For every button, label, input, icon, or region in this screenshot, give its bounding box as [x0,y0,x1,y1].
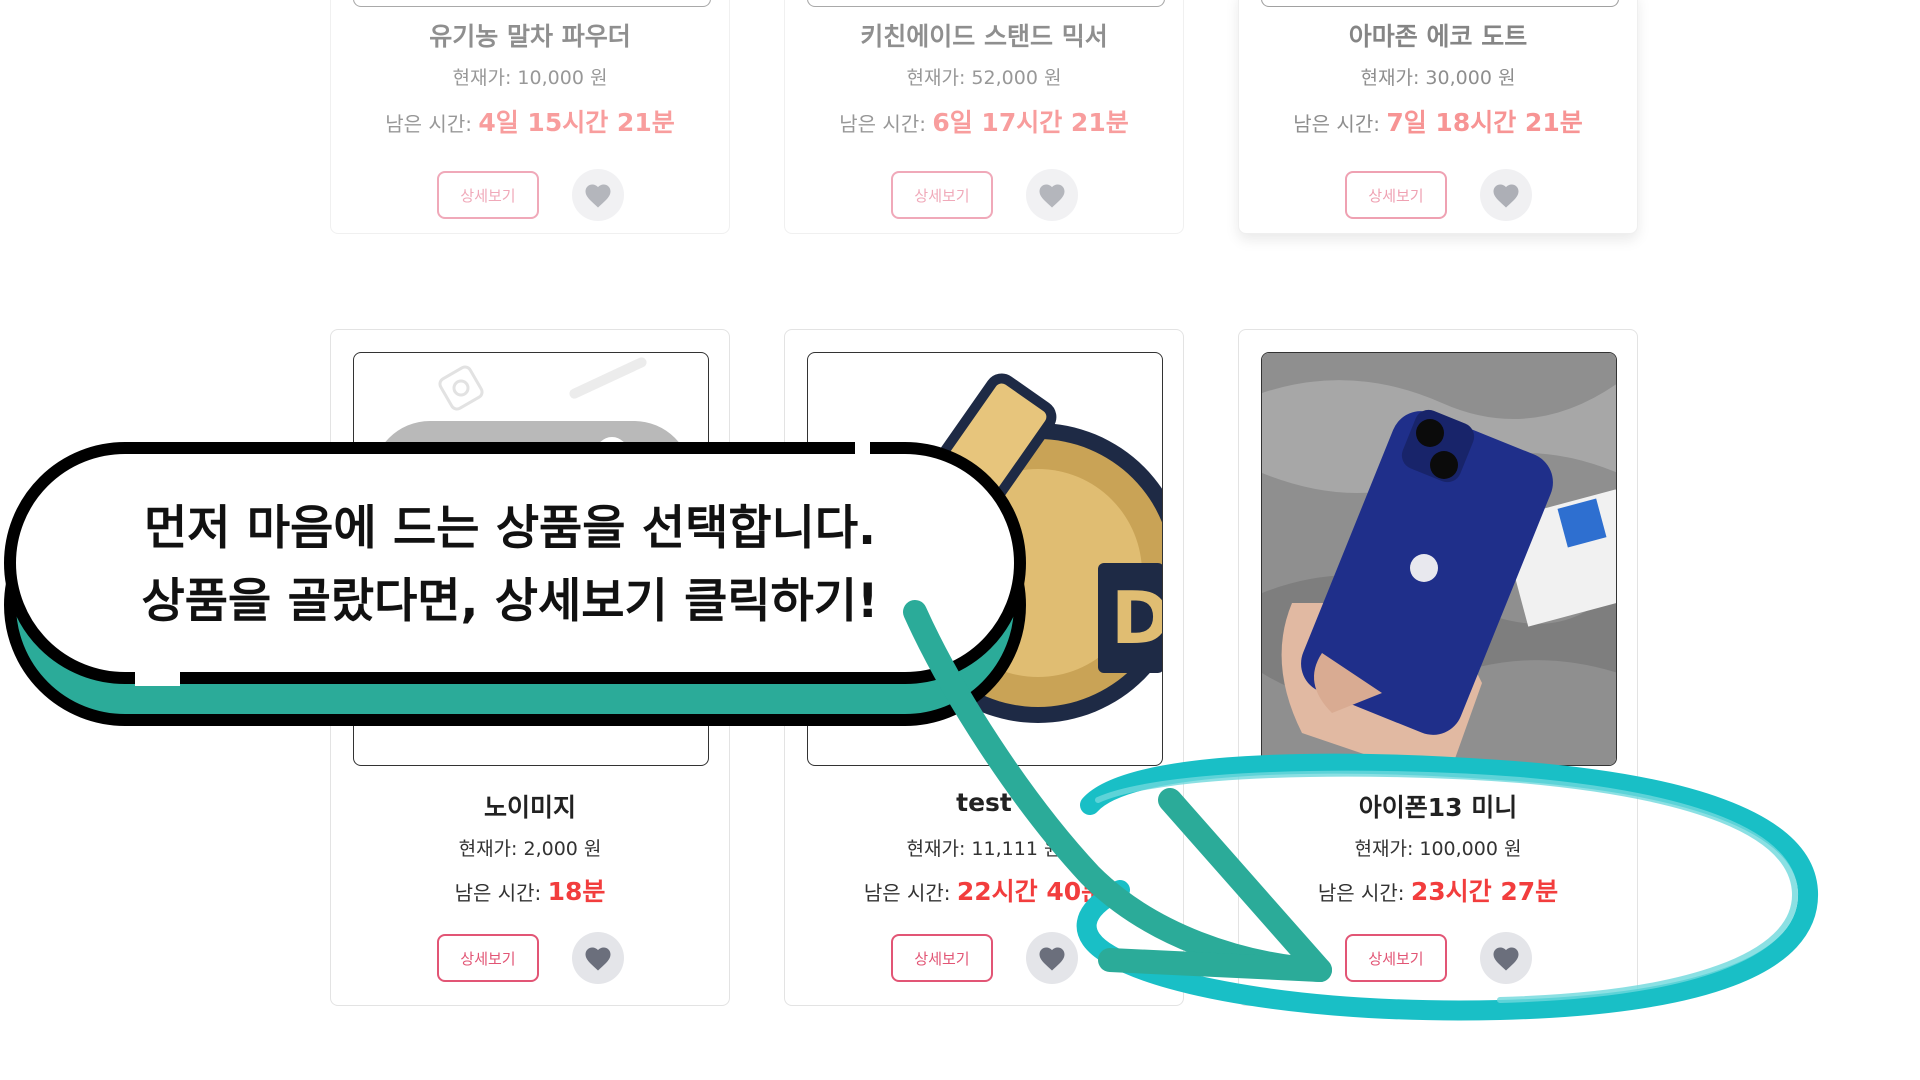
favorite-button[interactable] [572,932,624,984]
remaining-time-value: 6일 17시간 21분 [932,108,1129,137]
product-name: 노이미지 [483,793,576,822]
product-name: 키친에이드 스탠드 믹서 [860,22,1108,51]
favorite-button[interactable] [572,169,624,221]
blue-iphone-photo-icon [1262,353,1616,765]
product-image[interactable] [1261,352,1617,766]
favorite-button[interactable] [1480,169,1532,221]
detail-button[interactable]: 상세보기 [1345,934,1447,982]
heart-icon [1493,947,1519,971]
product-image-edge [353,0,711,7]
product-price: 현재가: 100,000 원 [1354,838,1522,860]
remaining-time-value: 22시간 40분 [956,877,1105,906]
favorite-button[interactable] [1026,169,1078,221]
product-card[interactable]: 노이미지 현재가: 2,000 원 남은 시간: 18분 상세보기 [330,329,730,1006]
heart-icon [1039,184,1065,208]
remaining-time: 남은 시간: 22시간 40분 [785,872,1183,908]
remaining-time-label: 남은 시간: [385,112,472,136]
remaining-time-value: 18분 [547,877,606,906]
detail-button[interactable]: 상세보기 [1345,171,1447,219]
product-price: 현재가: 52,000 원 [906,67,1062,89]
callout-line-1: 먼저 마음에 드는 상품을 선택합니다. [144,501,876,556]
detail-button[interactable]: 상세보기 [437,171,539,219]
product-card: 키친에이드 스탠드 믹서 현재가: 52,000 원 남은 시간: 6일 17시… [784,0,1184,234]
favorite-button[interactable] [1480,932,1532,984]
product-image-edge [807,0,1165,7]
detail-button[interactable]: 상세보기 [437,934,539,982]
remaining-time: 남은 시간: 18분 [331,872,729,908]
remaining-time-label: 남은 시간: [454,881,542,905]
product-price: 현재가: 2,000 원 [458,838,602,860]
detail-button[interactable]: 상세보기 [891,171,993,219]
remaining-time-value: 23시간 27분 [1410,877,1559,906]
detail-button[interactable]: 상세보기 [891,934,993,982]
remaining-time-label: 남은 시간: [839,112,926,136]
callout-line-2: 상품을 골랐다면, 상세보기 클릭하기! [141,574,879,629]
favorite-button[interactable] [1026,932,1078,984]
heart-icon [1493,184,1519,208]
remaining-time: 남은 시간: 4일 15시간 21분 [331,103,729,139]
product-price: 현재가: 30,000 원 [1360,67,1516,89]
product-image-edge [1261,0,1619,7]
remaining-time-value: 4일 15시간 21분 [478,108,675,137]
remaining-time: 남은 시간: 23시간 27분 [1239,872,1637,908]
remaining-time: 남은 시간: 6일 17시간 21분 [785,103,1183,139]
remaining-time-value: 7일 18시간 21분 [1386,108,1583,137]
remaining-time-label: 남은 시간: [863,881,951,905]
tutorial-callout-text: 먼저 마음에 드는 상품을 선택합니다. 상품을 골랐다면, 상세보기 클릭하기… [30,492,990,638]
product-name: 아이폰13 미니 [1358,793,1518,822]
product-card: 아마존 에코 도트 현재가: 30,000 원 남은 시간: 7일 18시간 2… [1238,0,1638,234]
heart-icon [585,947,611,971]
remaining-time: 남은 시간: 7일 18시간 21분 [1239,103,1637,139]
product-name: 유기농 말차 파우더 [429,22,631,51]
heart-icon [585,184,611,208]
product-price: 현재가: 10,000 원 [452,67,608,89]
product-card-selected[interactable]: 아이폰13 미니 현재가: 100,000 원 남은 시간: 23시간 27분 … [1238,329,1638,1006]
product-name: test [956,788,1012,817]
svg-text:D: D [1111,576,1163,660]
product-card: 유기농 말차 파우더 현재가: 10,000 원 남은 시간: 4일 15시간 … [330,0,730,234]
product-card[interactable]: D test 현재가: 11,111 원 남은 시간: 22시간 40분 상세보… [784,329,1184,1006]
remaining-time-label: 남은 시간: [1293,112,1380,136]
product-name: 아마존 에코 도트 [1348,22,1528,51]
product-price: 현재가: 11,111 원 [906,838,1062,860]
heart-icon [1039,947,1065,971]
remaining-time-label: 남은 시간: [1317,881,1405,905]
